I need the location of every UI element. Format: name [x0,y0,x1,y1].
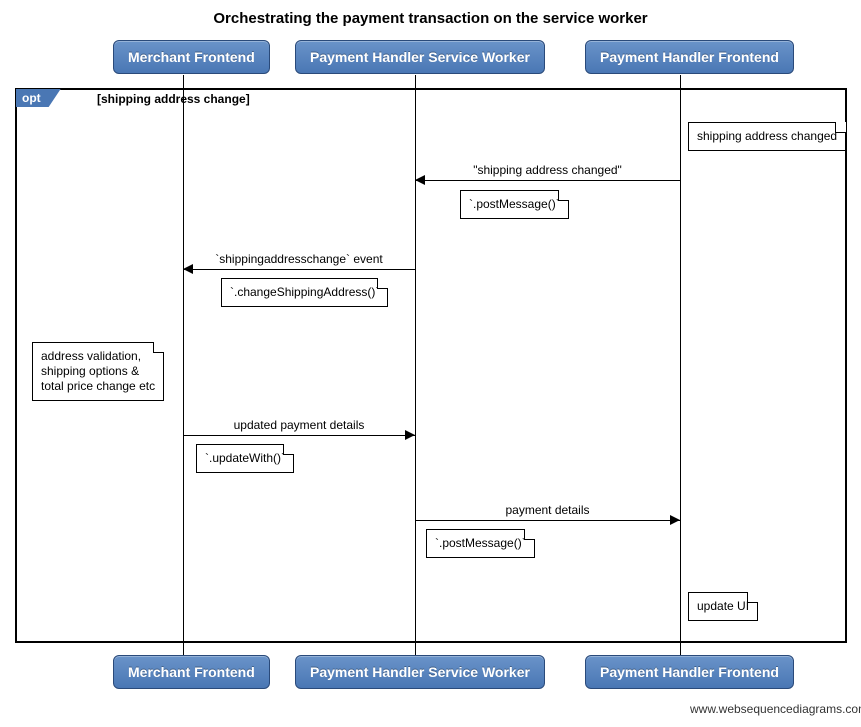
participant-frontend-bottom: Payment Handler Frontend [585,655,794,689]
msg-shipping-changed-arrow [415,175,425,185]
opt-guard: [shipping address change] [97,92,250,106]
note-address-validation: address validation, shipping options & t… [32,342,164,401]
opt-label: opt [16,89,61,107]
note-post-message-1: `.postMessage()` [460,190,569,219]
msg-updated-details-line [183,435,415,436]
msg-updated-details-arrow [405,430,415,440]
note-update-with: `.updateWith()` [196,444,294,473]
participant-frontend-top: Payment Handler Frontend [585,40,794,74]
msg-shipping-changed-line [415,180,680,181]
note-shipping-changed: shipping address changed [688,122,846,151]
msg-payment-details-label: payment details [415,503,680,517]
note-change-shipping: `.changeShippingAddress()` [221,278,388,307]
msg-payment-details-arrow [670,515,680,525]
note-update-ui: update UI [688,592,758,621]
msg-payment-details-line [415,520,680,521]
msg-shipping-event-arrow [183,264,193,274]
msg-shipping-changed-label: "shipping address changed" [415,163,680,177]
msg-shipping-event-label: `shippingaddresschange` event [183,252,415,266]
diagram-title: Orchestrating the payment transaction on… [0,0,861,35]
msg-updated-details-label: updated payment details [183,418,415,432]
msg-shipping-event-line [183,269,415,270]
watermark: www.websequencediagrams.com [690,702,861,716]
participant-merchant-top: Merchant Frontend [113,40,270,74]
participant-merchant-bottom: Merchant Frontend [113,655,270,689]
participant-worker-bottom: Payment Handler Service Worker [295,655,545,689]
participant-worker-top: Payment Handler Service Worker [295,40,545,74]
note-post-message-2: `.postMessage()` [426,529,535,558]
